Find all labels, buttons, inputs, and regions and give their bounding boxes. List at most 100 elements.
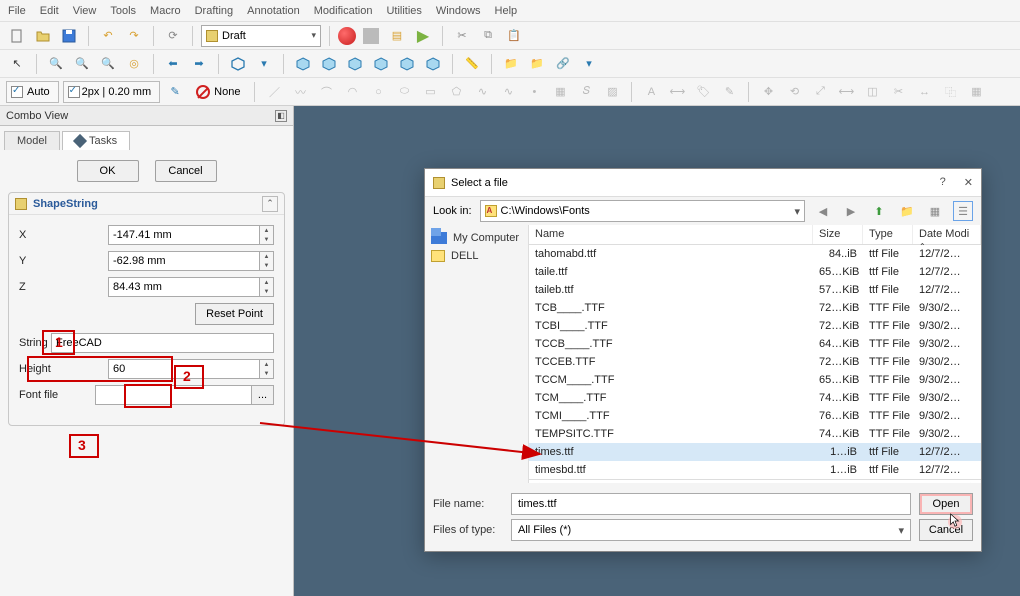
group-icon[interactable]: 📁	[526, 53, 548, 75]
view-rear-icon[interactable]	[370, 53, 392, 75]
stop-macro-icon[interactable]	[360, 25, 382, 47]
mod-move-icon[interactable]: ✥	[757, 81, 779, 103]
file-row[interactable]: TCMI____.TTF76…KiBTTF File9/30/2…	[529, 407, 981, 425]
iso-view-icon[interactable]	[227, 53, 249, 75]
redo-icon[interactable]: ↷	[123, 25, 145, 47]
menu-help[interactable]: Help	[495, 5, 518, 17]
place-item[interactable]: DELL	[429, 247, 524, 265]
view-dropdown-icon[interactable]: ▾	[253, 53, 275, 75]
line-style-button[interactable]: 2px | 0.20 mm	[63, 81, 161, 103]
menu-modification[interactable]: Modification	[314, 5, 373, 17]
menu-windows[interactable]: Windows	[436, 5, 481, 17]
view-top-icon[interactable]	[318, 53, 340, 75]
undo-icon[interactable]: ↶	[97, 25, 119, 47]
annot-label-icon[interactable]: 🏷	[692, 81, 714, 103]
detail-view-icon[interactable]: ☰	[953, 201, 973, 221]
zoom-select-icon[interactable]: 🔍	[71, 53, 93, 75]
filename-input[interactable]	[511, 493, 911, 515]
open-button[interactable]: Open	[919, 493, 973, 515]
tab-model[interactable]: Model	[4, 131, 60, 150]
cursor-icon[interactable]: ↖	[6, 53, 28, 75]
part-icon[interactable]: 📁	[500, 53, 522, 75]
look-in-combo[interactable]: AC:\Windows\Fonts▾	[480, 200, 805, 222]
zoom-icon[interactable]: 🔍	[97, 53, 119, 75]
draft-arc-icon[interactable]: ◠	[341, 81, 363, 103]
link-icon[interactable]: 🔗	[552, 53, 574, 75]
link-dropdown-icon[interactable]: ▾	[578, 53, 600, 75]
mod-stretch-icon[interactable]: ↔	[913, 81, 935, 103]
open-file-icon[interactable]	[32, 25, 54, 47]
menu-file[interactable]: File	[8, 5, 26, 17]
draft-rect-icon[interactable]: ▭	[419, 81, 441, 103]
arrow-left-icon[interactable]: ⬅	[162, 53, 184, 75]
mod-scale-icon[interactable]: ⤢	[809, 81, 831, 103]
panel-float-icon[interactable]: ◧	[275, 110, 287, 122]
close-icon[interactable]: ✕	[964, 176, 973, 189]
z-spinner[interactable]: ▲▼	[260, 277, 274, 297]
draft-ellipse-icon[interactable]: ⬭	[393, 81, 415, 103]
paste-icon[interactable]: 📋	[503, 25, 525, 47]
file-row[interactable]: taile.ttf65…KiBttf File12/7/2…	[529, 263, 981, 281]
view-left-icon[interactable]	[422, 53, 444, 75]
cancel-file-button[interactable]: Cancel	[919, 519, 973, 541]
nav-icon[interactable]: ◎	[123, 53, 145, 75]
annot-style-icon[interactable]: ✎	[718, 81, 740, 103]
file-row[interactable]: tahomabd.ttf84..iBttf File12/7/2…	[529, 245, 981, 263]
y-input[interactable]	[108, 251, 260, 271]
x-input[interactable]	[108, 225, 260, 245]
new-file-icon[interactable]	[6, 25, 28, 47]
draft-bezier-icon[interactable]: ∿	[497, 81, 519, 103]
view-right-icon[interactable]	[344, 53, 366, 75]
cut-icon[interactable]: ✂	[451, 25, 473, 47]
measure-icon[interactable]: 📏	[461, 53, 483, 75]
menu-macro[interactable]: Macro	[150, 5, 181, 17]
mod-rotate-icon[interactable]: ⟲	[783, 81, 805, 103]
construction-icon[interactable]: ✎	[164, 81, 186, 103]
none-button[interactable]: None	[190, 81, 246, 103]
y-spinner[interactable]: ▲▼	[260, 251, 274, 271]
menu-tools[interactable]: Tools	[110, 5, 136, 17]
ok-button[interactable]: OK	[77, 160, 139, 182]
draft-shapestring-icon[interactable]: 𝑆	[575, 81, 597, 103]
menu-edit[interactable]: Edit	[40, 5, 59, 17]
mod-trim-icon[interactable]: ✂	[887, 81, 909, 103]
draft-wire-icon[interactable]: 〰	[289, 81, 311, 103]
draft-facebinder-icon[interactable]: ▦	[549, 81, 571, 103]
draft-hatch-icon[interactable]: ▨	[601, 81, 623, 103]
x-spinner[interactable]: ▲▼	[260, 225, 274, 245]
auto-button[interactable]: Auto	[6, 81, 59, 103]
play-macro-icon[interactable]: ▶	[412, 25, 434, 47]
refresh-icon[interactable]: ⟳	[162, 25, 184, 47]
reset-point-button[interactable]: Reset Point	[195, 303, 274, 325]
z-input[interactable]	[108, 277, 260, 297]
file-row[interactable]: times.ttf1…iBttf File12/7/2…	[529, 443, 981, 461]
draft-line-icon[interactable]: ／	[263, 81, 285, 103]
cancel-button[interactable]: Cancel	[155, 160, 217, 182]
font-browse-button[interactable]: ...	[252, 385, 274, 405]
back-icon[interactable]: ◀	[813, 201, 833, 221]
workbench-selector[interactable]: Draft	[201, 25, 321, 47]
zoom-fit-icon[interactable]: 🔍	[45, 53, 67, 75]
mod-offset-icon[interactable]: ◫	[861, 81, 883, 103]
macros-icon[interactable]: ▤	[386, 25, 408, 47]
annot-dim-icon[interactable]: ⟷	[666, 81, 688, 103]
file-row[interactable]: TCCEB.TTF72…KiBTTF File9/30/2…	[529, 353, 981, 371]
file-row[interactable]: taileb.ttf57…KiBttf File12/7/2…	[529, 281, 981, 299]
draft-circle-icon[interactable]: ○	[367, 81, 389, 103]
forward-icon[interactable]: ▶	[841, 201, 861, 221]
file-list-header[interactable]: Name Size Type Date Modi ⌃	[529, 225, 981, 245]
list-view-icon[interactable]: ▦	[925, 201, 945, 221]
file-row[interactable]: TCM____.TTF74…KiBTTF File9/30/2…	[529, 389, 981, 407]
new-folder-icon[interactable]: 📁	[897, 201, 917, 221]
file-row[interactable]: timesbd.ttf1…iBttf File12/7/2…	[529, 461, 981, 479]
save-icon[interactable]	[58, 25, 80, 47]
view-bottom-icon[interactable]	[396, 53, 418, 75]
help-icon[interactable]: ?	[940, 176, 946, 189]
menu-drafting[interactable]: Drafting	[195, 5, 234, 17]
menu-annotation[interactable]: Annotation	[247, 5, 300, 17]
font-file-input[interactable]	[95, 385, 252, 405]
height-spinner[interactable]: ▲▼	[260, 359, 274, 379]
file-row[interactable]: TCBI____.TTF72…KiBTTF File9/30/2…	[529, 317, 981, 335]
h-scrollbar[interactable]: ◀▶	[529, 479, 981, 483]
arrow-right-icon[interactable]: ➡	[188, 53, 210, 75]
